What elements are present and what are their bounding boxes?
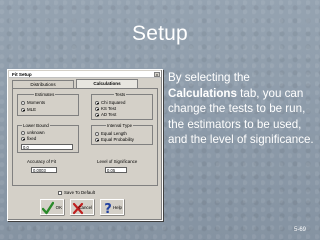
option-label: KS Test [101, 106, 117, 111]
cancel-button[interactable]: Cancel [70, 199, 94, 215]
option-label: unknown [27, 130, 45, 135]
option-label: fixed [27, 136, 37, 141]
interval-type-group-title: Interval Type [106, 123, 134, 128]
lower-bound-group-title: Lower Bound [22, 123, 50, 128]
estimates-option-moments[interactable]: Moments [21, 100, 45, 105]
radio-selected-icon [21, 107, 25, 112]
radio-icon [95, 131, 99, 136]
svg-text:?: ? [104, 202, 112, 215]
option-label: Chi Squared [101, 100, 126, 105]
significance-label: Level of Significance [97, 159, 138, 164]
close-icon[interactable]: x [154, 71, 160, 77]
ok-button[interactable]: OK [40, 199, 64, 215]
help-button[interactable]: ? Help [100, 199, 124, 215]
tab-calculations[interactable]: Calculations [76, 79, 138, 88]
slide-title: Setup [132, 22, 188, 45]
interval-option-equal-probability[interactable]: Equal Probability [95, 137, 134, 142]
fit-setup-dialog: Fit Setup x Distributions Calculations E… [7, 69, 163, 221]
tests-group-title: Tests [114, 92, 127, 97]
option-label: AD Test [101, 112, 117, 117]
tests-option-chi-squared[interactable]: Chi Squared [95, 100, 125, 105]
save-to-default-label: Save To Default [64, 190, 95, 195]
tests-group: Tests Chi Squared KS Test AD Test [91, 92, 153, 120]
radio-icon [21, 130, 25, 135]
significance-input[interactable]: 0.05 [105, 167, 127, 173]
radio-selected-icon [21, 136, 25, 141]
tests-option-ad[interactable]: AD Test [95, 112, 116, 117]
bullet-text-bold: Calculations [168, 86, 237, 100]
estimates-option-mle[interactable]: MLE [21, 107, 36, 112]
estimates-group: Estimates Moments MLE [17, 92, 79, 116]
option-label: Equal Length [101, 131, 127, 136]
help-button-label: Help [112, 205, 122, 210]
ok-button-label: OK [55, 205, 62, 210]
lower-bound-option-unknown[interactable]: unknown [21, 130, 45, 135]
accuracy-label: Accuracy of Fit [27, 159, 57, 164]
interval-type-group: Interval Type Equal Length Equal Probabi… [91, 123, 153, 145]
checkmark-icon [42, 201, 54, 215]
radio-selected-icon [95, 100, 99, 105]
tests-option-ks[interactable]: KS Test [95, 106, 116, 111]
slide-number: 5-69 [293, 227, 306, 233]
lower-bound-option-fixed[interactable]: fixed [21, 136, 36, 141]
estimates-group-title: Estimates [34, 92, 56, 97]
accuracy-input[interactable]: 0.0003 [31, 167, 57, 173]
checkbox-icon [58, 190, 62, 195]
slide-bullet: By selecting the Calculations tab, you c… [159, 70, 318, 148]
radio-selected-icon [95, 112, 99, 117]
cancel-button-label: Cancel [78, 205, 92, 210]
save-to-default-checkbox[interactable]: Save To Default [58, 190, 95, 195]
option-label: Moments [27, 100, 46, 105]
bullet-text-start: By selecting the [168, 71, 250, 84]
radio-selected-icon [95, 137, 99, 142]
radio-selected-icon [95, 106, 99, 111]
interval-option-equal-length[interactable]: Equal Length [95, 131, 127, 136]
dialog-title: Fit Setup [12, 71, 32, 77]
calculations-panel: Estimates Moments MLE Tests Chi Squared … [12, 88, 158, 186]
option-label: MLE [27, 107, 37, 112]
radio-icon [21, 100, 25, 105]
lower-bound-value-input[interactable]: 0.0 [21, 144, 73, 150]
option-label: Equal Probability [101, 137, 134, 142]
dialog-tabs: Distributions Calculations [12, 79, 158, 88]
dialog-titlebar: Fit Setup x [9, 71, 161, 78]
tab-distributions[interactable]: Distributions [12, 80, 74, 88]
lower-bound-group: Lower Bound unknown fixed 0.0 [17, 123, 79, 153]
